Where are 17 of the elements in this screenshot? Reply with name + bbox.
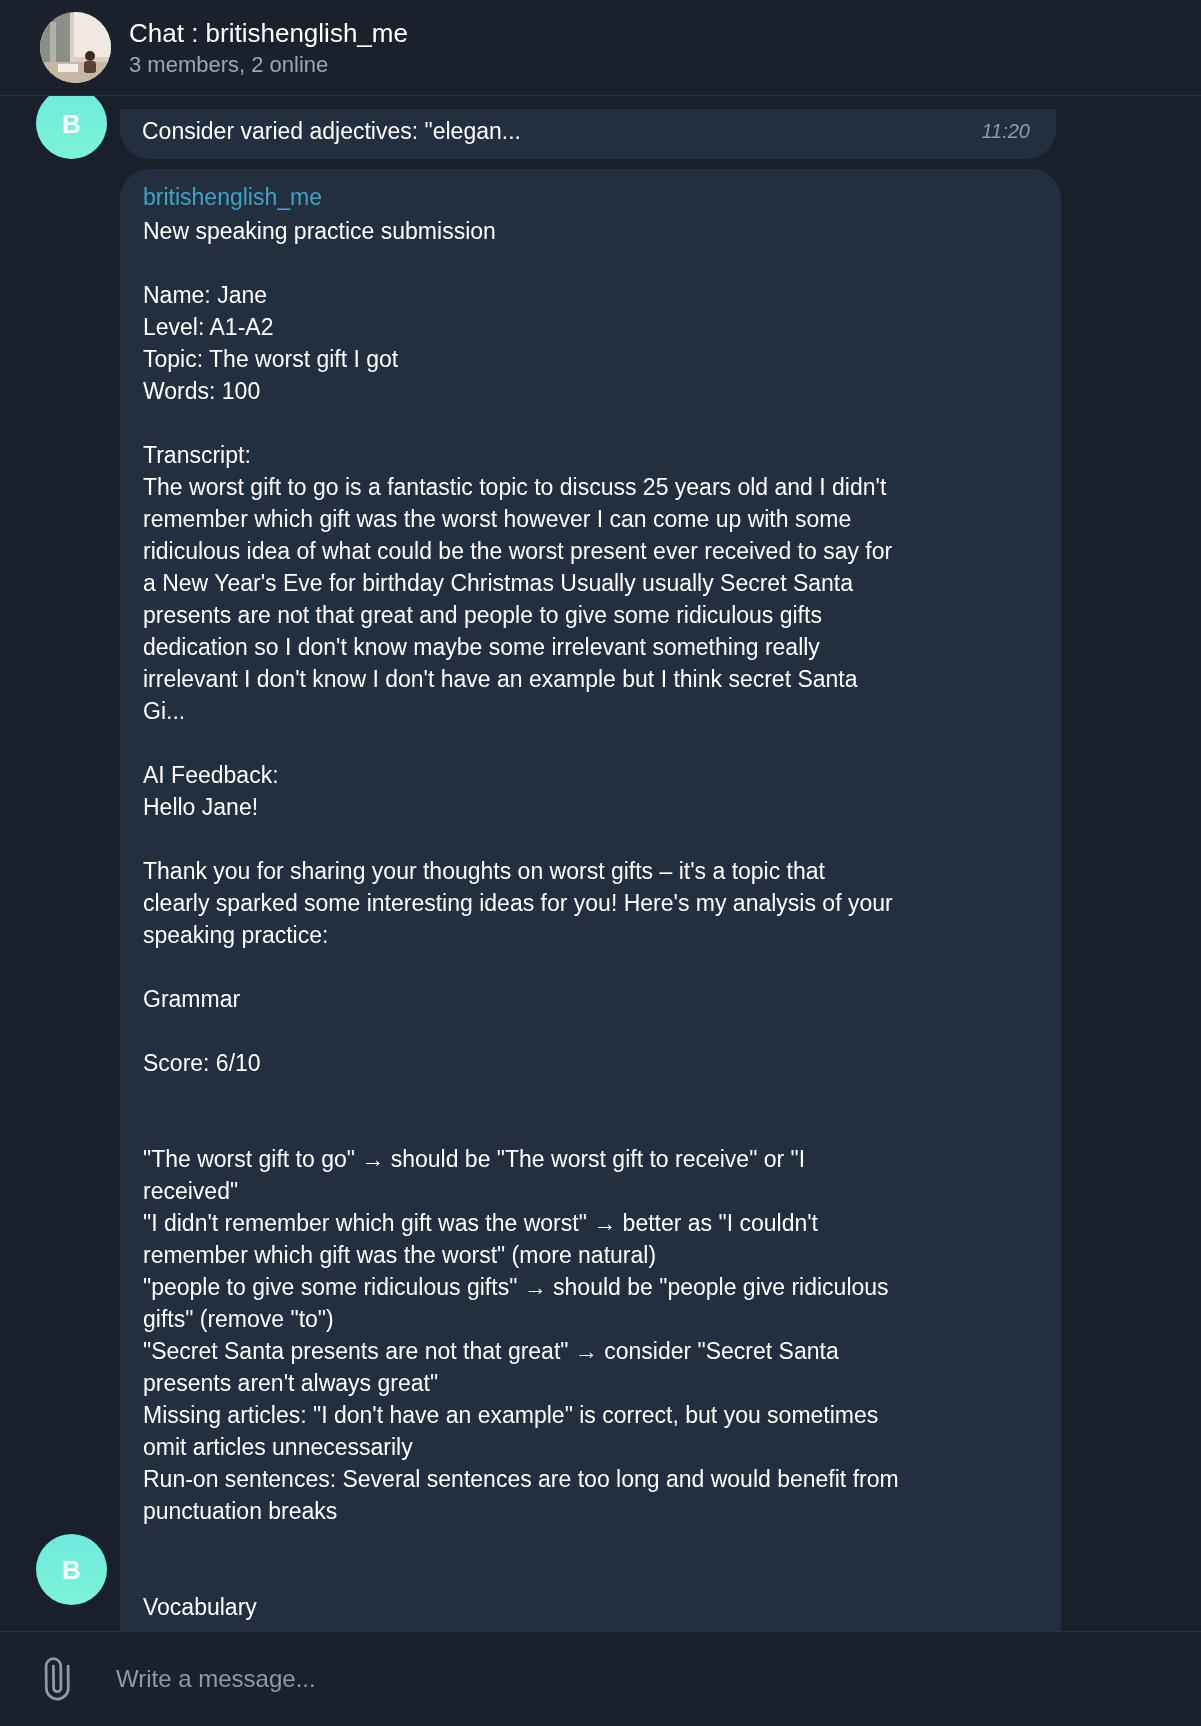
message-text: Thank you for sharing your thoughts on worst gifts – it's a topic that clearly sparked some interesting ideas for you! Here's my analysis of your speaking practice:	[143, 857, 894, 950]
message-text: Grammar	[143, 985, 242, 1014]
avatar: B	[36, 96, 107, 159]
message-text: New speaking practice submission	[143, 217, 497, 246]
message-text: Name: Jane Level: A1-A2 Topic: The worst gift I got Words: 100	[143, 281, 400, 406]
message-text: Transcript: The worst gift to go is a fantastic topic to discuss 25 years old and I didn't remember which gift was the worst however I can come up with some ridiculous idea of what could be the worst present ever received to say for a New Year's Eve for birthday Christmas Usually usually Secret Santa presents are not that great and people to give some ridiculous gifts dedication so I don't know maybe some irrelevant something really irrelevant I don't know I don't have an example but I think secret Santa Gi...	[143, 441, 894, 726]
chat-title: Chat : britishenglish_me	[129, 16, 408, 50]
member-status: 3 members, 2 online	[129, 50, 330, 79]
message-input[interactable]: Write a message...	[116, 1661, 1167, 1697]
sender-name: britishenglish_me	[143, 183, 323, 212]
message-text: AI Feedback: Hello Jane!	[143, 761, 280, 822]
message-text: Vocabulary	[143, 1593, 258, 1622]
message-time: 11:20	[981, 119, 1030, 144]
message-text: Consider varied adjectives: "elegan...	[142, 117, 521, 146]
message-text: "The worst gift to go" → should be "The worst gift to receive" or "I received" "I didn't remember which gift was the worst" → better as "I couldn't remember which gift was the worst" (more natural) "people to give some ridiculous gifts" → should be "people give ridiculous gifts" (remove "to") "Secret Santa presents are not that great" → consider "Secret Santa presents aren't always great" Missing articles: "I don't have an example" is correct, but you sometimes omit articles unnecessarily Run-on sentences: Several sentences are too long and would benefit from punctuation breaks	[143, 1145, 900, 1526]
avatar: B	[36, 1534, 107, 1605]
message-text: Score: 6/10	[143, 1049, 262, 1078]
